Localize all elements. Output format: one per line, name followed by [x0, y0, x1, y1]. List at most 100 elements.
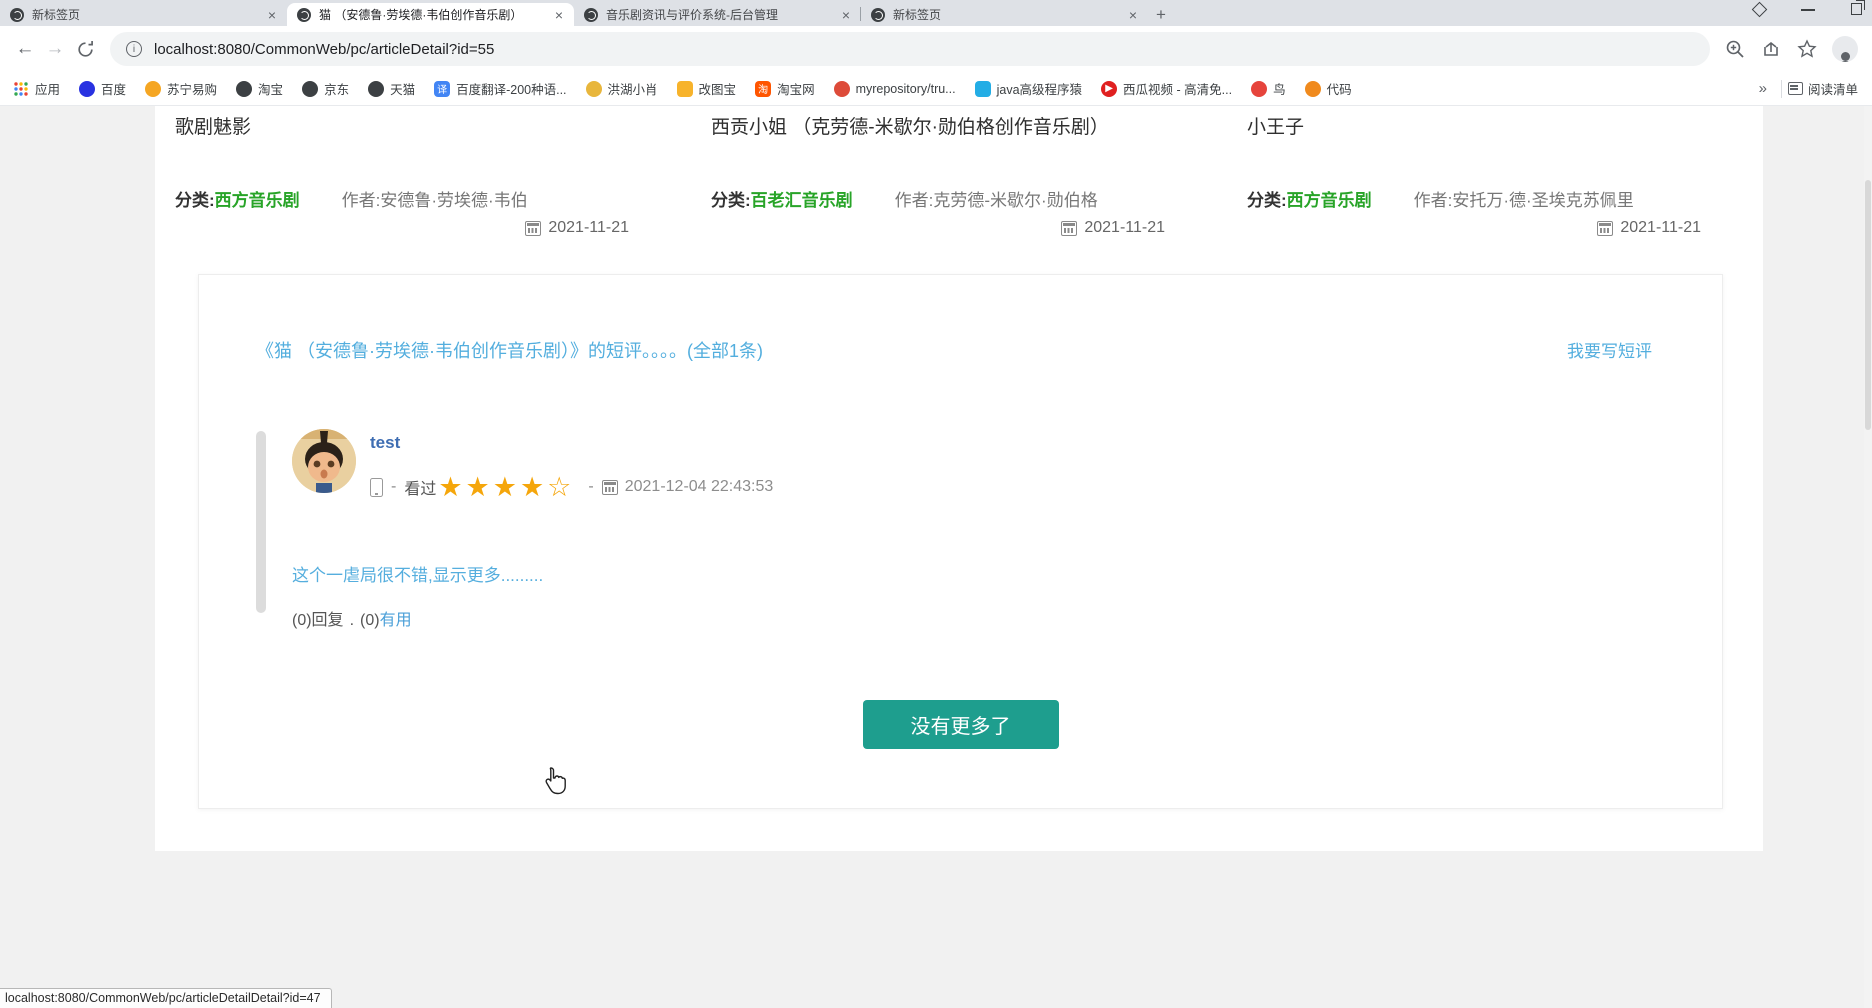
- tab-title: 新标签页: [893, 6, 1126, 23]
- bookmark-star-icon[interactable]: [1796, 38, 1818, 60]
- page-info-icon[interactable]: i: [126, 41, 142, 57]
- tab-favicon: [871, 8, 885, 22]
- reply-link[interactable]: (0)回复: [292, 612, 344, 629]
- bookmark-taobao[interactable]: 淘宝: [231, 76, 288, 101]
- bookmark-taobao-site[interactable]: 淘 淘宝网: [750, 76, 820, 101]
- bookmark-bird[interactable]: 鸟: [1246, 76, 1291, 101]
- share-icon[interactable]: [1760, 38, 1782, 60]
- tab-close-icon[interactable]: ×: [265, 7, 279, 23]
- address-bar[interactable]: i localhost:8080/CommonWeb/pc/articleDet…: [110, 32, 1710, 66]
- document-icon: [677, 81, 693, 97]
- comment-item: test - 看过 ★★★★☆ - 2021-12-04 22:43:53: [256, 429, 1722, 630]
- tab-new-tab-1[interactable]: 新标签页 ×: [0, 3, 287, 26]
- chrome-colored-icon: [834, 81, 850, 97]
- no-more-button[interactable]: 没有更多了: [863, 700, 1059, 749]
- calendar-icon: [602, 480, 618, 495]
- bird-icon: [1251, 81, 1267, 97]
- code-icon: [1305, 81, 1321, 97]
- commenter-name[interactable]: test: [370, 433, 773, 453]
- tab-new-tab-2[interactable]: 新标签页 ×: [861, 3, 1148, 26]
- bookmark-honghu[interactable]: 洪湖小肖: [581, 76, 663, 101]
- useful-link[interactable]: 有用: [380, 612, 412, 629]
- tab-article-detail[interactable]: 猫 （安德鲁·劳埃德·韦伯创作音乐剧） ×: [287, 3, 574, 26]
- url-text[interactable]: localhost:8080/CommonWeb/pc/articleDetai…: [154, 41, 494, 58]
- reading-list-button[interactable]: 阅读清单: [1788, 79, 1864, 98]
- bookmark-gaitubao[interactable]: 改图宝: [672, 76, 742, 101]
- commenter-avatar: [292, 429, 356, 493]
- bookmark-jd[interactable]: 京东: [297, 76, 354, 101]
- bookmark-java[interactable]: java高级程序猿: [970, 76, 1087, 101]
- forward-icon[interactable]: →: [40, 34, 70, 64]
- window-diamond-icon[interactable]: [1752, 1, 1768, 17]
- play-circle-icon: ▶: [1101, 81, 1117, 97]
- divider: [1781, 80, 1782, 98]
- bookmark-myrepository[interactable]: myrepository/tru...: [829, 78, 961, 100]
- reading-list-label: 阅读清单: [1808, 79, 1858, 98]
- scrollbar-track[interactable]: [1864, 106, 1872, 1008]
- category-label: 分类:: [175, 191, 215, 210]
- bookmark-label: 代码: [1327, 79, 1352, 98]
- window-restore-icon[interactable]: [1851, 3, 1862, 15]
- scrollbar-thumb[interactable]: [1865, 180, 1871, 430]
- zoom-icon[interactable]: [1724, 38, 1746, 60]
- article-title[interactable]: 歌剧魅影: [175, 112, 691, 138]
- tao-icon: 淘: [755, 81, 771, 97]
- useful-count: (0): [360, 612, 380, 629]
- category-value: 西方音乐剧: [215, 191, 300, 210]
- bookmark-baidu-translate[interactable]: 译 百度翻译-200种语...: [429, 76, 571, 101]
- comment-accent-bar: [256, 431, 266, 613]
- tab-admin-system[interactable]: 音乐剧资讯与评价系统-后台管理 ×: [574, 3, 861, 26]
- tab-title: 猫 （安德鲁·劳埃德·韦伯创作音乐剧）: [319, 6, 552, 23]
- profile-avatar-icon[interactable]: [1832, 36, 1858, 62]
- comment-timestamp: 2021-12-04 22:43:53: [625, 478, 774, 496]
- bookmark-label: 洪湖小肖: [608, 79, 658, 98]
- calendar-icon: [1061, 221, 1077, 236]
- bookmarks-bar: 应用 百度 苏宁易购 淘宝 京东 天猫 译 百度翻译-200种语... 洪湖小肖…: [0, 72, 1872, 106]
- article-title[interactable]: 西贡小姐 （克劳德-米歇尔·勋伯格创作音乐剧）: [711, 112, 1227, 138]
- bookmark-label: java高级程序猿: [997, 79, 1082, 98]
- page-viewport: 歌剧魅影 分类:西方音乐剧 作者:安德鲁·劳埃德·韦伯 2021-11-21 西…: [0, 106, 1872, 1008]
- back-icon[interactable]: ←: [10, 34, 40, 64]
- tab-close-icon[interactable]: ×: [839, 7, 853, 23]
- bookmarks-overflow-chevron-icon[interactable]: »: [1751, 80, 1775, 97]
- calendar-icon: [1597, 221, 1613, 236]
- suning-lion-icon: [145, 81, 161, 97]
- comment-section-card: 《猫 （安德鲁·劳埃德·韦伯创作音乐剧）》的短评。。。。(全部1条) 我要写短评: [198, 274, 1723, 809]
- article-author: 作者:克劳德-米歇尔·勋伯格: [895, 186, 1098, 211]
- article-date: 2021-11-21: [1084, 219, 1165, 237]
- article-card[interactable]: 西贡小姐 （克劳德-米歇尔·勋伯格创作音乐剧） 分类:百老汇音乐剧 作者:克劳德…: [691, 112, 1227, 242]
- category-label: 分类:: [1247, 191, 1287, 210]
- tab-title: 音乐剧资讯与评价系统-后台管理: [606, 6, 839, 23]
- bookmark-baidu[interactable]: 百度: [74, 76, 131, 101]
- comment-text[interactable]: 这个一虐局很不错,显示更多.........: [292, 561, 773, 586]
- bookmark-apps[interactable]: 应用: [8, 76, 65, 101]
- bookmark-label: 改图宝: [699, 79, 737, 98]
- separator: .: [350, 612, 354, 629]
- window-minimize-icon[interactable]: [1801, 9, 1815, 11]
- tab-favicon: [10, 8, 24, 22]
- status-bar-link: localhost:8080/CommonWeb/pc/articleDetai…: [0, 988, 332, 1008]
- article-card[interactable]: 小王子 分类:西方音乐剧 作者:安托万·德·圣埃克苏佩里 2021-11-21: [1227, 112, 1763, 242]
- watched-status: 看过: [404, 475, 436, 499]
- new-tab-button[interactable]: +: [1148, 3, 1174, 26]
- baidu-paw-icon: [79, 81, 95, 97]
- tab-close-icon[interactable]: ×: [1126, 7, 1140, 23]
- translate-icon: 译: [434, 81, 450, 97]
- tab-favicon: [297, 8, 311, 22]
- main-content: 歌剧魅影 分类:西方音乐剧 作者:安德鲁·劳埃德·韦伯 2021-11-21 西…: [155, 106, 1763, 851]
- bookmark-label: 淘宝网: [777, 79, 815, 98]
- bookmark-code[interactable]: 代码: [1300, 76, 1357, 101]
- reload-icon[interactable]: [70, 34, 100, 64]
- star-rating: ★★★★☆: [438, 477, 574, 497]
- bookmark-suning[interactable]: 苏宁易购: [140, 76, 222, 101]
- bookmark-tmall[interactable]: 天猫: [363, 76, 420, 101]
- category-label: 分类:: [711, 191, 751, 210]
- bookmark-label: 苏宁易购: [167, 79, 217, 98]
- article-card[interactable]: 歌剧魅影 分类:西方音乐剧 作者:安德鲁·劳埃德·韦伯 2021-11-21: [155, 112, 691, 242]
- write-review-link[interactable]: 我要写短评: [1567, 337, 1652, 362]
- tab-close-icon[interactable]: ×: [552, 7, 566, 23]
- article-title[interactable]: 小王子: [1247, 112, 1763, 138]
- bookmark-xigua[interactable]: ▶ 西瓜视频 - 高清免...: [1096, 76, 1237, 101]
- bookmark-label: 应用: [35, 79, 60, 98]
- globe-icon: [302, 81, 318, 97]
